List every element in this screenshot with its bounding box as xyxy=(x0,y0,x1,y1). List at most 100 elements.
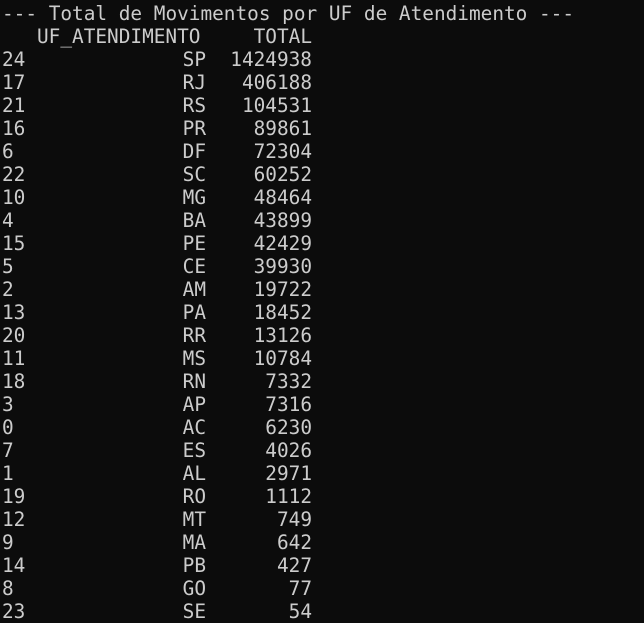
row-total: 1424938 xyxy=(230,48,312,71)
row-total: 18452 xyxy=(253,301,312,324)
table-row: 1 AL 2971 xyxy=(2,462,642,485)
row-uf: PE xyxy=(182,232,206,255)
row-total: 54 xyxy=(288,600,312,623)
row-index: 11 xyxy=(2,347,26,370)
row-total: 1112 xyxy=(265,485,312,508)
row-index: 1 xyxy=(2,462,14,485)
row-total: 4026 xyxy=(265,439,312,462)
row-total: 7332 xyxy=(265,370,312,393)
row-total: 104531 xyxy=(241,94,312,117)
row-uf: SP xyxy=(182,48,206,71)
table-row: 17 RJ 406188 xyxy=(2,71,642,94)
table-row: 15 PE 42429 xyxy=(2,232,642,255)
row-index: 13 xyxy=(2,301,26,324)
row-total: 60252 xyxy=(253,163,312,186)
row-uf: AL xyxy=(182,462,206,485)
row-index: 5 xyxy=(2,255,14,278)
table-row: 3 AP 7316 xyxy=(2,393,642,416)
table-row: 14 PB 427 xyxy=(2,554,642,577)
row-uf: MA xyxy=(182,531,206,554)
table-row: 12 MT 749 xyxy=(2,508,642,531)
row-total: 43899 xyxy=(253,209,312,232)
row-total: 39930 xyxy=(253,255,312,278)
row-total: 406188 xyxy=(241,71,312,94)
row-total: 6230 xyxy=(265,416,312,439)
row-uf: RR xyxy=(182,324,206,347)
row-index: 18 xyxy=(2,370,26,393)
row-total: 427 xyxy=(276,554,312,577)
row-index: 22 xyxy=(2,163,26,186)
row-total: 10784 xyxy=(253,347,312,370)
row-total: 2971 xyxy=(265,462,312,485)
table-row: 18 RN 7332 xyxy=(2,370,642,393)
row-index: 23 xyxy=(2,600,26,623)
row-total: 72304 xyxy=(253,140,312,163)
row-index: 19 xyxy=(2,485,26,508)
row-uf: PR xyxy=(182,117,206,140)
row-total: 7316 xyxy=(265,393,312,416)
row-total: 19722 xyxy=(253,278,312,301)
row-index: 7 xyxy=(2,439,14,462)
table-row: 2 AM 19722 xyxy=(2,278,642,301)
row-uf: RN xyxy=(182,370,206,393)
row-uf: MT xyxy=(182,508,206,531)
row-uf: ES xyxy=(182,439,206,462)
row-index: 3 xyxy=(2,393,14,416)
row-index: 2 xyxy=(2,278,14,301)
row-total: 642 xyxy=(276,531,312,554)
row-total: 42429 xyxy=(253,232,312,255)
row-total: 89861 xyxy=(253,117,312,140)
terminal-output[interactable]: --- Total de Movimentos por UF de Atendi… xyxy=(2,2,642,623)
table-row: 11 MS 10784 xyxy=(2,347,642,370)
table-row: 16 PR 89861 xyxy=(2,117,642,140)
table-row: 9 MA 642 xyxy=(2,531,642,554)
column-header-uf: UF_ATENDIMENTO xyxy=(37,25,201,48)
row-index: 9 xyxy=(2,531,14,554)
row-uf: BA xyxy=(182,209,206,232)
row-uf: MS xyxy=(182,347,206,370)
row-uf: RO xyxy=(182,485,206,508)
row-total: 13126 xyxy=(253,324,312,347)
row-uf: DF xyxy=(182,140,206,163)
table-row: 7 ES 4026 xyxy=(2,439,642,462)
table-row: 5 CE 39930 xyxy=(2,255,642,278)
table-row: 13 PA 18452 xyxy=(2,301,642,324)
column-header-total: TOTAL xyxy=(253,25,312,48)
table-row: 10 MG 48464 xyxy=(2,186,642,209)
row-index: 16 xyxy=(2,117,26,140)
table-row: 22 SC 60252 xyxy=(2,163,642,186)
row-index: 6 xyxy=(2,140,14,163)
table-row: 24 SP 1424938 xyxy=(2,48,642,71)
table-row: 6 DF 72304 xyxy=(2,140,642,163)
row-index: 10 xyxy=(2,186,26,209)
row-index: 4 xyxy=(2,209,14,232)
table-row: 21 RS 104531 xyxy=(2,94,642,117)
row-index: 17 xyxy=(2,71,26,94)
row-uf: AP xyxy=(182,393,206,416)
row-index: 24 xyxy=(2,48,26,71)
row-uf: SE xyxy=(182,600,206,623)
table-row: 19 RO 1112 xyxy=(2,485,642,508)
output-title-line: --- Total de Movimentos por UF de Atendi… xyxy=(2,2,642,25)
table-row: 8 GO 77 xyxy=(2,577,642,600)
table-row: 0 AC 6230 xyxy=(2,416,642,439)
row-uf: PA xyxy=(182,301,206,324)
row-index: 12 xyxy=(2,508,26,531)
row-uf: AM xyxy=(182,278,206,301)
row-index: 8 xyxy=(2,577,14,600)
row-uf: RJ xyxy=(182,71,206,94)
table-body: 24 SP 1424938 17 RJ 406188 21 RS 104531 16 PR 89861… xyxy=(2,48,642,623)
table-header: UF_ATENDIMENTO TOTAL xyxy=(2,25,642,48)
row-index: 15 xyxy=(2,232,26,255)
row-uf: SC xyxy=(182,163,206,186)
row-uf: MG xyxy=(182,186,206,209)
row-index: 0 xyxy=(2,416,14,439)
row-uf: PB xyxy=(182,554,206,577)
row-index: 21 xyxy=(2,94,26,117)
row-total: 749 xyxy=(276,508,312,531)
row-index: 20 xyxy=(2,324,26,347)
table-row: 20 RR 13126 xyxy=(2,324,642,347)
row-uf: GO xyxy=(182,577,206,600)
row-uf: CE xyxy=(182,255,206,278)
table-row: 4 BA 43899 xyxy=(2,209,642,232)
